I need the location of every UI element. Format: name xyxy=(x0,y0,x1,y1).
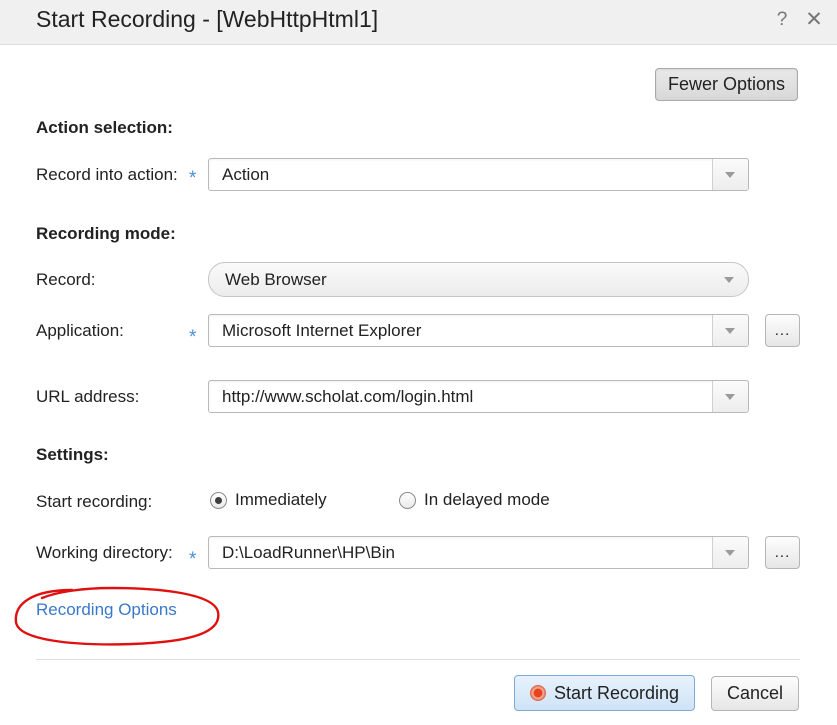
cancel-button[interactable]: Cancel xyxy=(711,676,799,711)
start-recording-button[interactable]: Start Recording xyxy=(514,675,695,711)
record-into-action-combo[interactable]: Action xyxy=(208,158,749,191)
recording-mode-heading: Recording mode: xyxy=(36,224,176,243)
radio-button-checked[interactable] xyxy=(210,491,227,509)
footer-divider xyxy=(36,659,800,660)
radio-delayed-label[interactable]: In delayed mode xyxy=(424,490,550,510)
application-combo[interactable]: Microsoft Internet Explorer xyxy=(208,314,749,347)
record-label: Record: xyxy=(36,270,96,289)
radio-immediately-label[interactable]: Immediately xyxy=(235,490,327,510)
radio-button-unchecked[interactable] xyxy=(399,491,416,509)
required-marker: * xyxy=(189,327,197,348)
url-address-combo[interactable]: http://www.scholat.com/login.html xyxy=(208,380,749,413)
application-value[interactable]: Microsoft Internet Explorer xyxy=(222,321,421,341)
action-selection-heading: Action selection: xyxy=(36,118,173,137)
record-mode-select[interactable]: Web Browser xyxy=(208,262,749,297)
settings-heading: Settings: xyxy=(36,445,109,464)
working-directory-value[interactable]: D:\LoadRunner\HP\Bin xyxy=(222,543,395,563)
record-icon xyxy=(529,685,546,701)
chevron-down-icon[interactable] xyxy=(724,277,734,283)
title-bar: Start Recording - [WebHttpHtml1] ? ✕ xyxy=(0,0,837,45)
radio-delayed[interactable]: In delayed mode xyxy=(399,490,550,510)
chevron-down-icon[interactable] xyxy=(712,315,748,346)
working-directory-browse-button[interactable]: ... xyxy=(765,536,800,569)
application-label: Application: xyxy=(36,321,124,340)
required-marker: * xyxy=(189,549,197,570)
application-browse-button[interactable]: ... xyxy=(765,314,800,347)
window-title: Start Recording - [WebHttpHtml1] xyxy=(36,6,379,32)
record-mode-value[interactable]: Web Browser xyxy=(225,270,327,290)
url-address-label: URL address: xyxy=(36,387,140,406)
working-directory-combo[interactable]: D:\LoadRunner\HP\Bin xyxy=(208,536,749,569)
chevron-down-icon[interactable] xyxy=(712,537,748,568)
radio-immediately[interactable]: Immediately xyxy=(210,490,327,510)
working-directory-label: Working directory: xyxy=(36,543,173,562)
required-marker: * xyxy=(189,168,197,189)
chevron-down-icon[interactable] xyxy=(712,159,748,190)
record-into-action-value[interactable]: Action xyxy=(222,165,269,185)
chevron-down-icon[interactable] xyxy=(712,381,748,412)
fewer-options-button[interactable]: Fewer Options xyxy=(655,68,798,101)
close-icon[interactable]: ✕ xyxy=(803,7,825,32)
record-into-action-label: Record into action: xyxy=(36,165,178,184)
start-recording-label: Start recording: xyxy=(36,492,153,511)
start-recording-label[interactable]: Start Recording xyxy=(554,683,679,704)
recording-options-link[interactable]: Recording Options xyxy=(36,600,177,620)
url-address-value[interactable]: http://www.scholat.com/login.html xyxy=(222,387,473,407)
help-icon[interactable]: ? xyxy=(771,9,793,31)
